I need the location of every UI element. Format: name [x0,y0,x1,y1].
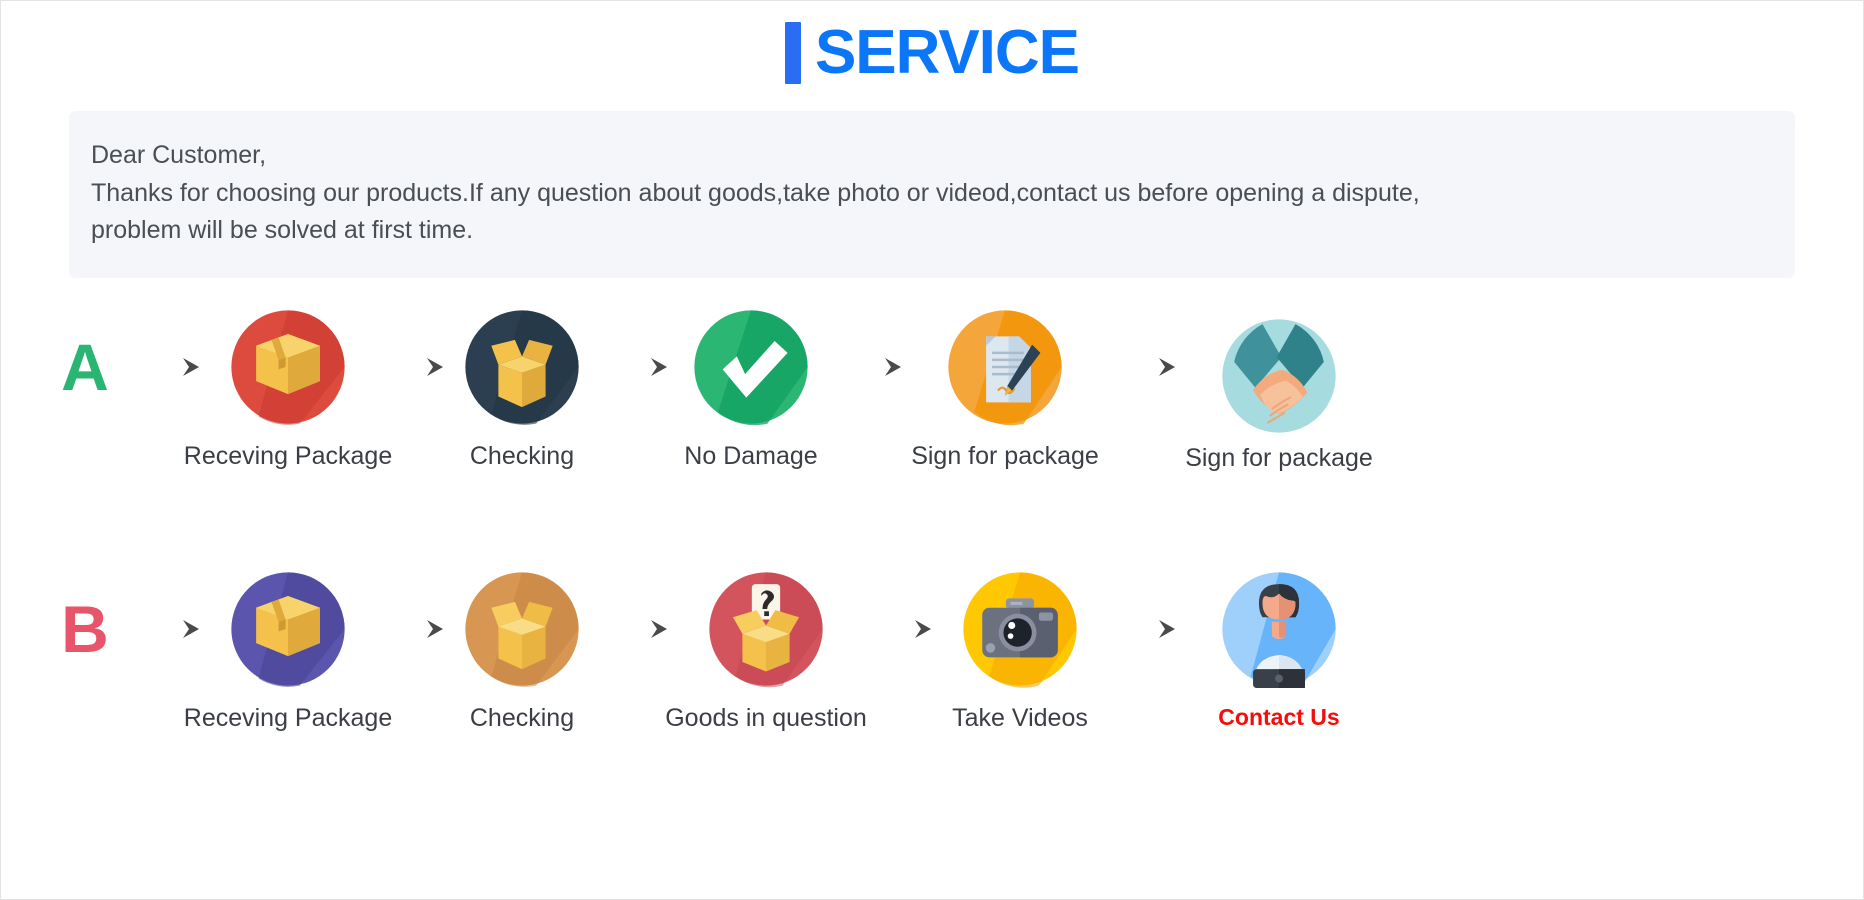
flow-step-label: Take Videos [952,703,1088,732]
service-info-page: SERVICE Dear Customer, Thanks for choosi… [0,0,1864,900]
notice-line-1: Dear Customer, [91,141,267,169]
flow-row-b: B Receving Package Checking Goods in que… [41,554,1823,784]
flow-step: Sign for package [905,292,1105,471]
arrow-right-icon [373,292,447,442]
flow-step: Take Videos [935,554,1105,733]
arrow-right-icon [129,554,203,704]
flow-step: Checking [447,554,597,733]
flow-step: Sign for package [1179,292,1379,473]
service-flow-diagram: A Receving Package Checking No Damage Si… [1,292,1863,784]
arrow-right-icon [861,554,935,704]
flow-step-label: Receving Package [183,441,393,470]
flow-step: Receving Package [184,554,392,733]
arrow-right-icon [1105,292,1179,442]
notice-line-3: problem will be solved at first time. [91,216,474,244]
camera-icon [961,554,1079,704]
flow-step-label: Receving Package [183,703,393,732]
arrow-right-icon [597,554,671,704]
arrow-right-icon [597,292,671,442]
flow-row-a-letter: A [61,329,109,404]
page-title-text: SERVICE [814,18,1080,87]
closed-package-box-icon [229,292,347,442]
title-accent-bar [784,22,801,84]
notice-line-2: Thanks for choosing our products.If any … [91,178,1420,207]
arrow-right-icon [1105,554,1179,704]
open-package-box-icon [463,554,581,704]
closed-package-box-icon [229,554,347,704]
customer-notice-box: Dear Customer, Thanks for choosing our p… [69,111,1795,278]
flow-step-label: Sign for package [911,441,1099,470]
document-signing-icon [946,292,1064,442]
arrow-right-icon [129,292,203,442]
flow-row-b-letter: B [61,591,109,666]
flow-step: No Damage [671,292,831,471]
handshake-icon [1220,308,1338,444]
flow-row-a: A Receving Package Checking No Damage Si… [41,292,1823,522]
flow-step: Checking [447,292,597,471]
question-box-icon [707,554,825,704]
flow-step-label: Sign for package [1185,443,1373,472]
flow-step-label: Checking [469,441,575,470]
flow-step-label: Goods in question [665,703,867,732]
flow-step-label: No Damage [684,441,818,470]
check-mark-icon [692,292,810,442]
flow-step: Goods in question [665,554,867,733]
open-package-box-icon [463,292,581,442]
flow-step: Receving Package [184,292,392,471]
arrow-right-icon [831,292,905,442]
support-agent-icon [1220,554,1338,704]
page-title: SERVICE [1,1,1863,105]
flow-step-label: Checking [469,703,575,732]
contact-us-label[interactable]: Contact Us [1218,704,1339,731]
arrow-right-icon [373,554,447,704]
flow-step: Contact Us [1179,554,1379,731]
